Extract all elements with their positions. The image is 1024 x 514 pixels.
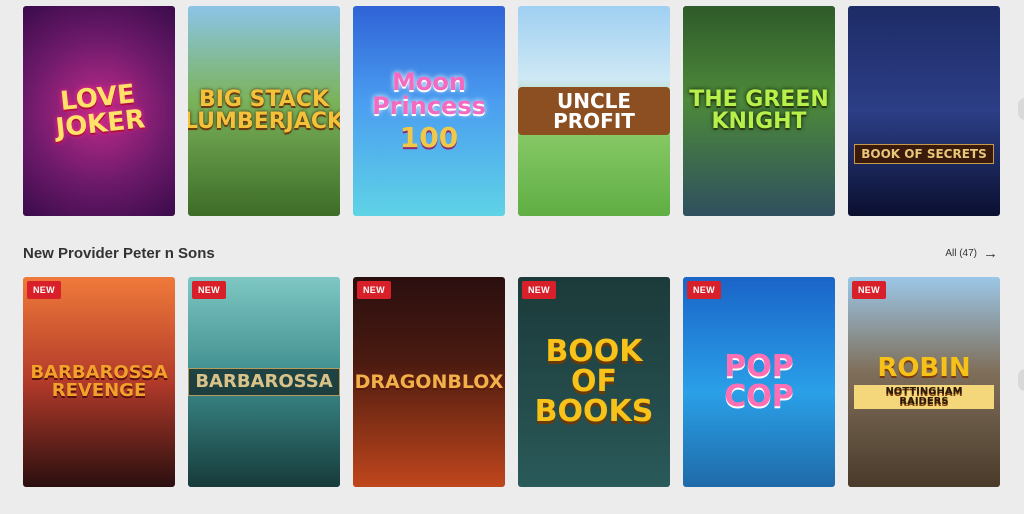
game-title: BARBAROSSA [188, 368, 340, 396]
game-title: BARBAROSSA REVENGE [30, 362, 168, 401]
new-badge: NEW [522, 281, 556, 299]
new-badge: NEW [357, 281, 391, 299]
game-title: BOOK OF SECRETS [854, 144, 994, 164]
new-badge: NEW [192, 281, 226, 299]
carousel-next-button[interactable] [1018, 98, 1024, 120]
game-tile[interactable]: NEW ROBIN NOTTINGHAM RAIDERS [848, 277, 1000, 487]
see-all-link[interactable]: All (47) → [945, 245, 998, 262]
game-title: DRAGONBLOX [354, 370, 504, 393]
game-tile[interactable]: UNCLE PROFIT [518, 6, 670, 216]
new-badge: NEW [852, 281, 886, 299]
game-tile[interactable]: NEW BOOK OF BOOKS [518, 277, 670, 487]
provider-games-row: NEW BARBAROSSA REVENGE NEW BARBAROSSA NE… [23, 277, 1000, 487]
game-tile[interactable]: Moon Princess 100 [353, 6, 505, 216]
game-art [848, 6, 1000, 216]
game-title: ROBIN NOTTINGHAM RAIDERS [848, 355, 1000, 409]
game-tile[interactable]: LOVE JOKER [23, 6, 175, 216]
game-title: THE GREEN KNIGHT [689, 87, 829, 134]
game-title: Moon Princess 100 [353, 70, 505, 152]
game-title-main: Moon Princess [372, 68, 486, 120]
new-badge: NEW [27, 281, 61, 299]
game-title: BIG STACK LUMBERJACK [188, 87, 340, 134]
game-tile[interactable]: NEW POP COP [683, 277, 835, 487]
top-games-row: LOVE JOKER BIG STACK LUMBERJACK Moon Pri… [23, 6, 1000, 216]
new-badge: NEW [687, 281, 721, 299]
game-tile[interactable]: NEW BARBAROSSA [188, 277, 340, 487]
game-tile[interactable]: BIG STACK LUMBERJACK [188, 6, 340, 216]
carousel-next-button[interactable] [1018, 369, 1024, 391]
game-title-sub: 100 [399, 121, 459, 154]
game-tile[interactable]: NEW DRAGONBLOX [353, 277, 505, 487]
game-title-main: ROBIN [877, 353, 971, 383]
game-tile[interactable]: BOOK OF SECRETS [848, 6, 1000, 216]
section-header: New Provider Peter n Sons All (47) → [23, 242, 998, 264]
game-tile[interactable]: THE GREEN KNIGHT [683, 6, 835, 216]
game-title: POP COP [724, 349, 794, 414]
game-title: BOOK OF BOOKS [534, 334, 654, 429]
game-title-sub: NOTTINGHAM RAIDERS [854, 385, 994, 409]
section-title: New Provider Peter n Sons [23, 244, 215, 262]
arrow-right-icon: → [983, 244, 998, 262]
see-all-label: All (47) [945, 247, 977, 259]
game-tile[interactable]: NEW BARBAROSSA REVENGE [23, 277, 175, 487]
game-title: UNCLE PROFIT [518, 87, 670, 135]
